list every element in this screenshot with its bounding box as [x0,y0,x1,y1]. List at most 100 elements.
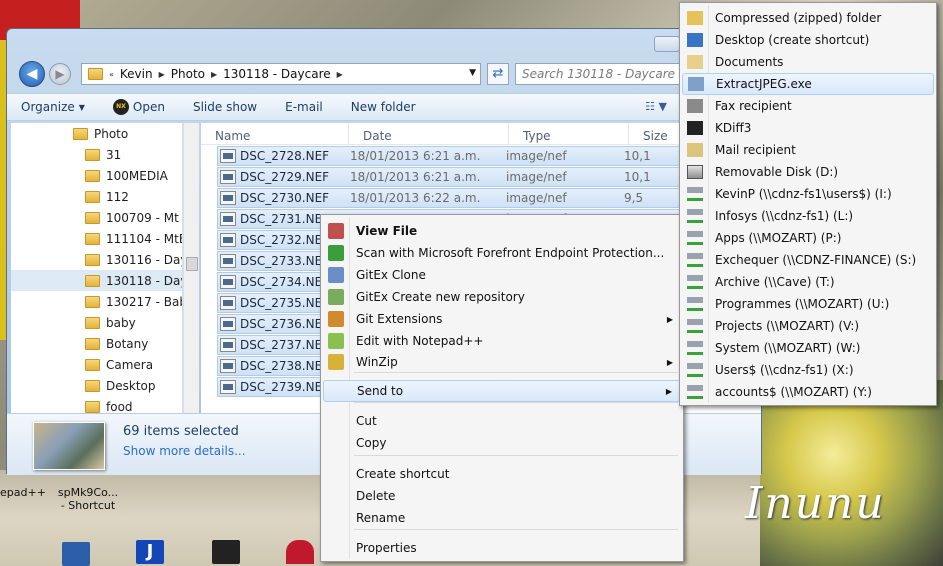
word-document-icon[interactable] [62,542,90,566]
menu-item-gitex-create-new-repository[interactable]: GitEx Create new repository [323,286,681,308]
command-toolbar: Organize ▼ NX Open Slide show E-mail New f… [7,93,761,121]
send-to-item[interactable]: accounts$ (\\MOZART) (Y:) [682,381,934,403]
send-to-item-label: KDiff3 [715,121,752,135]
slideshow-button[interactable]: Slide show [179,100,271,114]
back-button[interactable]: ◀ [19,61,45,87]
nav-folder-item[interactable]: 100MEDIA [11,165,182,186]
send-to-item[interactable]: KevinP (\\cdnz-fs1\users$) (I:) [682,183,934,205]
nav-folder-item[interactable]: baby [11,312,182,333]
send-to-item[interactable]: Archive (\\Cave) (T:) [682,271,934,293]
new-folder-button[interactable]: New folder [337,100,430,114]
menu-item-label: View File [356,224,418,238]
breadcrumb-separator-icon[interactable]: ▶ [337,70,343,79]
nav-folder-item[interactable]: 111104 - MtEd [11,228,182,249]
nav-folder-item[interactable]: 130116 - Dayca [11,249,182,270]
file-name: DSC_2738.NEF [240,359,330,373]
send-to-item[interactable]: Users$ (\\cdnz-fs1) (X:) [682,359,934,381]
send-to-item[interactable]: Documents [682,51,934,73]
send-to-item[interactable]: KDiff3 [682,117,934,139]
send-to-item[interactable]: Projects (\\MOZART) (V:) [682,315,934,337]
red-app-icon[interactable] [286,540,314,564]
menu-item-winzip[interactable]: WinZip ▶ [323,351,681,373]
send-to-item[interactable]: Programmes (\\MOZART) (U:) [682,293,934,315]
app-shortcut-icon[interactable] [212,540,240,564]
nav-folder-item[interactable]: 130118 - Dayca [11,270,182,291]
navigation-bar: ◀ ▶ « Kevin ▶ Photo ▶ 130118 - Daycare ▶… [17,59,761,91]
file-size: 9,5 [624,191,644,205]
open-button[interactable]: NX Open [99,99,179,115]
nav-folder-label: Botany [106,336,149,351]
menu-item-edit-with-notepad[interactable]: Edit with Notepad++ [323,330,681,352]
send-to-item[interactable]: Exchequer (\\CDNZ-FINANCE) (S:) [682,249,934,271]
column-date[interactable]: Date [349,123,509,144]
send-to-item[interactable]: Compressed (zipped) folder [682,7,934,29]
show-more-details-link[interactable]: Show more details... [123,444,246,458]
file-name: DSC_2730.NEF [240,191,330,205]
menu-item-view-file[interactable]: View File [323,220,681,242]
nav-folder-item[interactable]: food [11,396,182,413]
window-control-button[interactable] [654,36,680,52]
navigation-pane: Photo 31 100MEDIA 112 100709 - Mt Ec 111104 -… [11,123,183,413]
nav-folder-item[interactable]: 112 [11,186,182,207]
folder-icon [85,274,100,287]
nav-folder-item[interactable]: 100709 - Mt Ec [11,207,182,228]
j-app-icon[interactable]: J [136,540,164,564]
menu-item-label: Send to [357,384,404,398]
nav-folder-item[interactable]: 130217 - Babie [11,291,182,312]
column-type[interactable]: Type [509,123,629,144]
column-name[interactable]: Name [201,123,349,144]
menu-item-scan-with-microsoft-forefront-endpoint-protection[interactable]: Scan with Microsoft Forefront Endpoint P… [323,242,681,264]
menu-item-properties[interactable]: Properties [323,537,681,559]
nav-folder-item[interactable]: Botany [11,333,182,354]
desktop-icon-label-shortcut[interactable]: spMk9Co... - Shortcut [48,486,128,512]
change-view-icon[interactable]: ☷ ▼ [645,100,667,113]
send-to-item[interactable]: Removable Disk (D:) [682,161,934,183]
email-button[interactable]: E-mail [271,100,337,114]
send-to-item-label: KevinP (\\cdnz-fs1\users$) (I:) [715,187,892,201]
network-drive-icon [687,385,703,399]
desktop-icon-label-notepadpp[interactable]: epad++ [0,486,46,499]
nav-folder-item[interactable]: Photo [11,123,182,144]
folder-icon [85,190,100,203]
send-to-item-label: Compressed (zipped) folder [715,11,882,25]
send-to-item[interactable]: Fax recipient [682,95,934,117]
forward-button[interactable]: ▶ [49,63,71,85]
nav-folder-item[interactable]: 31 [11,144,182,165]
nef-file-icon [220,170,236,184]
folder-icon [85,211,100,224]
menu-item-delete[interactable]: Delete [323,485,681,507]
forefront-shield-icon [328,245,344,261]
send-to-item[interactable]: Infosys (\\cdnz-fs1) (L:) [682,205,934,227]
menu-item-send-to[interactable]: Send to ▶ [323,380,681,402]
send-to-item[interactable]: System (\\MOZART) (W:) [682,337,934,359]
send-to-item[interactable]: Mail recipient [682,139,934,161]
nav-folder-item[interactable]: Desktop [11,375,182,396]
address-dropdown-icon[interactable]: ▼ [469,68,476,78]
nav-scroll-thumb[interactable] [186,257,198,271]
breadcrumb-kevin[interactable]: Kevin [120,67,153,81]
menu-item-copy[interactable]: Copy [323,432,681,454]
breadcrumb-separator-icon[interactable]: ▶ [159,70,165,79]
send-to-item-label: Programmes (\\MOZART) (U:) [715,297,890,311]
menu-item-label: Delete [356,489,396,503]
breadcrumb-photo[interactable]: Photo [171,67,205,81]
winzip-icon [328,354,344,370]
menu-item-cut[interactable]: Cut [323,410,681,432]
nef-file-icon [220,338,236,352]
address-bar[interactable]: « Kevin ▶ Photo ▶ 130118 - Daycare ▶ ▼ [81,63,481,85]
file-name-cell: DSC_2730.NEF [218,191,342,205]
send-to-item[interactable]: Desktop (create shortcut) [682,29,934,51]
organize-button[interactable]: Organize ▼ [7,100,99,114]
send-to-item[interactable]: Apps (\\MOZART) (P:) [682,227,934,249]
nav-folder-item[interactable]: Camera [11,354,182,375]
menu-item-rename[interactable]: Rename [323,507,681,529]
menu-item-create-shortcut[interactable]: Create shortcut [323,463,681,485]
menu-item-label: GitEx Clone [356,268,426,282]
nav-scrollbar[interactable] [183,123,199,413]
breadcrumb-separator-icon[interactable]: ▶ [211,70,217,79]
menu-item-gitex-clone[interactable]: GitEx Clone [323,264,681,286]
refresh-button[interactable]: ⇄ [487,63,509,85]
send-to-item[interactable]: ExtractJPEG.exe [682,73,934,95]
menu-item-git-extensions[interactable]: Git Extensions ▶ [323,308,681,330]
breadcrumb-daycare[interactable]: 130118 - Daycare [223,67,330,81]
